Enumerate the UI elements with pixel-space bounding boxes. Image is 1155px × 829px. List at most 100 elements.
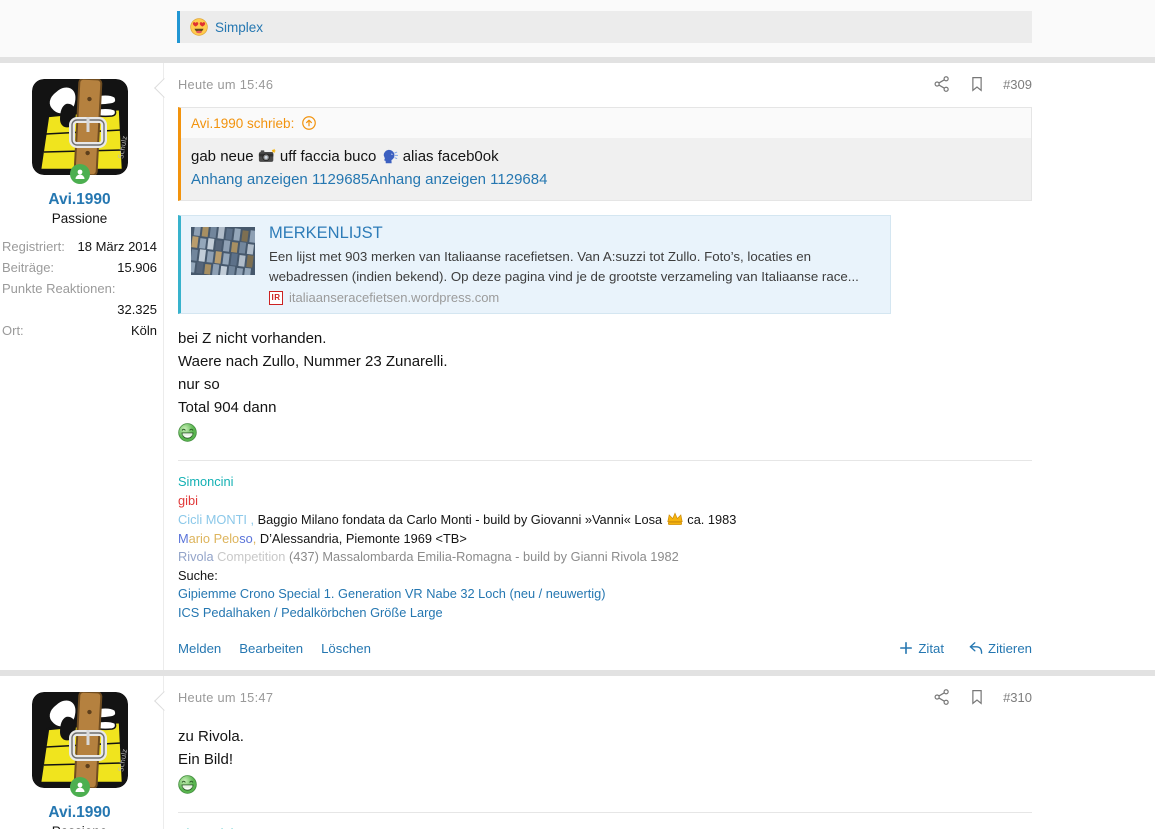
- text-line: Total 904 dann: [178, 396, 1032, 419]
- text-segment: Suche:: [178, 568, 218, 583]
- post-body: zu Rivola.Ein Bild!: [178, 725, 1032, 771]
- text-segment: Simoncini: [178, 474, 233, 489]
- text-line: Mario Peloso, D’Alessandria, Piemonte 19…: [178, 530, 1032, 549]
- expand-quote-icon[interactable]: [301, 115, 317, 131]
- text-segment: Cicli MONTI ,: [178, 512, 254, 527]
- text-segment: gibi: [178, 493, 198, 508]
- share-icon[interactable]: [933, 688, 951, 706]
- text-line: Suche:: [178, 567, 1032, 586]
- bookmark-icon[interactable]: [968, 75, 986, 93]
- text-segment: so: [239, 531, 253, 546]
- quote-block: Avi.1990 schrieb: gab neue uff faccia bu…: [178, 107, 1032, 201]
- text-line: ICS Pedalhaken / Pedalkörbchen Größe Lar…: [178, 604, 1032, 623]
- report-link[interactable]: Melden: [178, 641, 221, 656]
- text-line: Ein Bild!: [178, 748, 1032, 771]
- avatar[interactable]: Schulz: [32, 692, 128, 788]
- grin-emoji: [178, 423, 197, 442]
- post-footer: Melden Bearbeiten Löschen Zitat Zitieren: [178, 640, 1032, 656]
- post-body: bei Z nicht vorhanden.Waere nach Zullo, …: [178, 327, 1032, 419]
- text-line: gibi: [178, 492, 1032, 511]
- share-icon[interactable]: [933, 75, 951, 93]
- text-line: nur so: [178, 373, 1032, 396]
- post-header: Heute um 15:47 #310: [178, 688, 1032, 706]
- reply-label: Zitieren: [988, 641, 1032, 656]
- camera-emoji: [258, 147, 276, 165]
- quote-attribution: Avi.1990 schrieb:: [191, 116, 294, 131]
- avatar[interactable]: Schulz: [32, 79, 128, 175]
- text-segment: gab neue: [191, 148, 258, 165]
- signature-link[interactable]: Gipiemme Crono Special 1. Generation VR …: [178, 586, 606, 601]
- add-quote-label: Zitat: [918, 641, 944, 656]
- post-number-link[interactable]: #309: [1003, 77, 1032, 92]
- post-309: Schulz Avi.1990 Passione Registriert: 18 …: [0, 63, 1155, 670]
- signature: Simoncini gibi Cicli MONTI , Baggio Milano…: [178, 473, 1032, 622]
- text-line: zu Rivola.: [178, 725, 1032, 748]
- message-content: Heute um 15:47 #310 zu Rivola.Ein Bild! …: [163, 676, 1032, 829]
- site-favicon: IR: [269, 291, 283, 305]
- text-segment: Competition: [214, 549, 289, 564]
- post-number-link[interactable]: #310: [1003, 690, 1032, 705]
- link-preview-title[interactable]: MERKENLIJST: [269, 224, 879, 243]
- add-quote-button[interactable]: Zitat: [898, 640, 944, 656]
- attachment-link[interactable]: Anhang anzeigen 1129685: [191, 171, 369, 188]
- text-line: bei Z nicht vorhanden.: [178, 327, 1032, 350]
- edit-link[interactable]: Bearbeiten: [239, 641, 303, 656]
- post-header: Heute um 15:46 #309: [178, 75, 1032, 93]
- stat-value: 18 März 2014: [78, 236, 158, 257]
- text-segment: D’Alessandria, Piemonte 1969 <TB>: [256, 531, 467, 546]
- link-preview-thumbnail: [191, 227, 255, 275]
- bookmark-icon[interactable]: [968, 688, 986, 706]
- link-preview-domain: italiaanseracefietsen.wordpress.com: [289, 290, 499, 305]
- signature-divider: [178, 812, 1032, 813]
- crown-icon: [666, 510, 684, 528]
- text-segment: M: [178, 531, 189, 546]
- text-line: Simoncini: [178, 473, 1032, 492]
- attachment-link[interactable]: Anhang anzeigen 1129684: [369, 171, 547, 188]
- post-timestamp-link[interactable]: Heute um 15:47: [178, 690, 273, 705]
- stat-label: Registriert:: [2, 236, 65, 257]
- stat-value: 32.325: [117, 299, 157, 320]
- stat-value: 15.906: [117, 257, 157, 278]
- plus-icon: [898, 640, 914, 656]
- text-line: Simoncini: [178, 825, 1032, 829]
- stat-label: Punkte Reaktionen:: [2, 278, 115, 299]
- text-segment: Rivola: [178, 549, 214, 564]
- text-line: Rivola Competition (437) Massalombarda E…: [178, 548, 1032, 567]
- quote-header[interactable]: Avi.1990 schrieb:: [181, 108, 1031, 138]
- user-title: Passione: [2, 211, 157, 226]
- reaction-user-link[interactable]: Simplex: [215, 20, 263, 35]
- post-310: Schulz Avi.1990 Passione Registriert:18 …: [0, 676, 1155, 829]
- stat-value: Köln: [131, 320, 157, 341]
- user-cell: Schulz Avi.1990 Passione Registriert: 18 …: [0, 63, 163, 670]
- user-title: Passione: [2, 824, 157, 829]
- username-link[interactable]: Avi.1990: [2, 191, 157, 209]
- link-preview-card[interactable]: MERKENLIJST Een lijst met 903 merken van…: [178, 215, 891, 314]
- snoopy-doghouse-avatar: Schulz: [32, 79, 128, 175]
- online-indicator: [70, 777, 90, 797]
- grin-emoji: [178, 775, 197, 794]
- stat-label: Beiträge:: [2, 257, 54, 278]
- quote-text-line: gab neue uff faccia buco alias faceb0ok: [191, 145, 1021, 168]
- text-segment: alias faceb0ok: [399, 148, 499, 165]
- username-link[interactable]: Avi.1990: [2, 804, 157, 822]
- post-timestamp-link[interactable]: Heute um 15:46: [178, 77, 273, 92]
- text-line: Cicli MONTI , Baggio Milano fondata da C…: [178, 510, 1032, 530]
- text-line: Waere nach Zullo, Nummer 23 Zunarelli.: [178, 350, 1032, 373]
- online-indicator: [70, 164, 90, 184]
- person-icon: [74, 781, 86, 793]
- link-preview-description: Een lijst met 903 merken van Italiaanse …: [269, 247, 879, 286]
- person-icon: [74, 168, 86, 180]
- quote-body: gab neue uff faccia buco alias faceb0ok …: [181, 138, 1031, 200]
- reply-arrow-icon: [968, 640, 984, 656]
- signature-link[interactable]: ICS Pedalhaken / Pedalkörbchen Größe Lar…: [178, 605, 443, 620]
- reply-button[interactable]: Zitieren: [968, 640, 1032, 656]
- delete-link[interactable]: Löschen: [321, 641, 371, 656]
- quote-attachment-links: Anhang anzeigen 1129685Anhang anzeigen 1…: [191, 168, 1021, 191]
- previous-post-strip: Simplex: [0, 0, 1155, 57]
- text-segment: ario Pelo: [189, 531, 240, 546]
- text-line: Gipiemme Crono Special 1. Generation VR …: [178, 585, 1032, 604]
- signature: SimoncinigibiCicli MONTI , Baggio Milano…: [178, 825, 1032, 829]
- snoopy-doghouse-avatar: Schulz: [32, 692, 128, 788]
- reaction-bar[interactable]: Simplex: [177, 11, 1032, 43]
- text-segment: uff faccia buco: [276, 148, 381, 165]
